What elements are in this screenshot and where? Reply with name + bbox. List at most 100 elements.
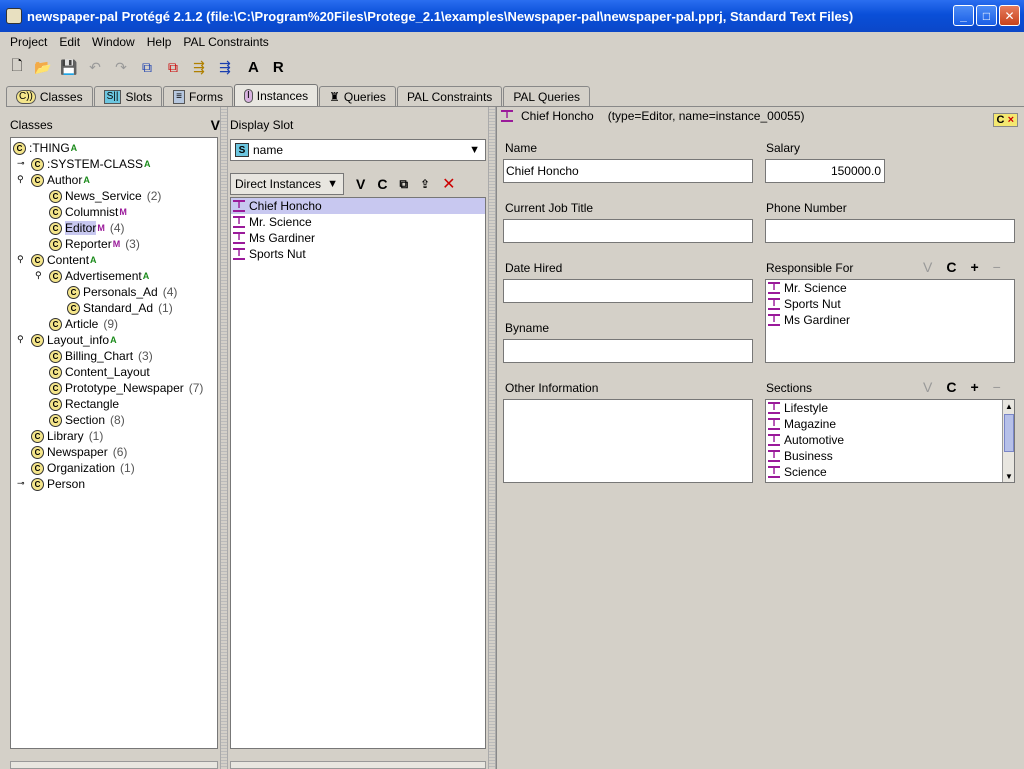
view-class-button[interactable]: V	[211, 117, 220, 133]
maximize-icon[interactable]: □	[976, 5, 997, 26]
byname-field[interactable]	[503, 339, 753, 363]
menu-help[interactable]: Help	[141, 35, 178, 49]
phone-field[interactable]	[765, 219, 1015, 243]
tree-item[interactable]: C Content A	[31, 252, 97, 268]
tree-item[interactable]: C Library (1)	[31, 428, 103, 444]
list-item[interactable]: I Lifestyle	[766, 400, 1014, 416]
save-icon[interactable]: 💾	[60, 58, 78, 76]
collapsed-node-icon[interactable]: ⊸	[17, 158, 25, 169]
tab-pal-queries[interactable]: PAL Queries	[503, 86, 591, 106]
close-icon[interactable]: ✕	[999, 5, 1020, 26]
close-icon[interactable]: ×	[1008, 114, 1014, 126]
view-instance-button[interactable]: V	[356, 176, 365, 192]
class-tree[interactable]: C:THING A C:SYSTEM-CLASS A ⊸ C Author A ⚲ C News_S…	[10, 137, 218, 749]
list-item[interactable]: I Mr. Science	[231, 214, 485, 230]
sort-tree-icon[interactable]: ⇶	[216, 58, 234, 76]
open-folder-icon[interactable]: 📂	[34, 58, 52, 76]
tree-item[interactable]: C Personals_Ad (4)	[67, 284, 177, 300]
view-button[interactable]: V	[923, 379, 932, 395]
add-icon[interactable]: +	[970, 379, 978, 395]
copy-instance-icon[interactable]: ⧉	[399, 177, 408, 192]
tree-item[interactable]: C Layout_info A	[31, 332, 117, 348]
tab-pal-constraints[interactable]: PAL Constraints	[396, 86, 503, 106]
tree-item[interactable]: C Reporter M (3)	[49, 236, 140, 252]
reference-icon[interactable]: ⇪	[420, 177, 430, 191]
add-tree-icon[interactable]: ⇶	[190, 58, 208, 76]
expanded-node-icon[interactable]: ⚲	[17, 174, 24, 185]
tree-item[interactable]: C Person	[31, 476, 85, 492]
list-item[interactable]: I Ms Gardiner	[231, 230, 485, 246]
tab-forms[interactable]: ≡ Forms	[163, 86, 233, 106]
job-title-field[interactable]	[503, 219, 753, 243]
tree-item[interactable]: C Billing_Chart (3)	[49, 348, 153, 364]
delete-instance-icon[interactable]: ✕	[442, 174, 455, 194]
menu-window[interactable]: Window	[86, 35, 141, 49]
view-button[interactable]: V	[923, 259, 932, 275]
instances-list[interactable]: I Chief Honcho I Mr. Science I Ms Gardin…	[230, 197, 486, 749]
tab-slots[interactable]: S|| Slots	[93, 86, 163, 106]
tab-instances[interactable]: I Instances	[233, 84, 319, 106]
tree-item[interactable]: C Content_Layout	[49, 364, 150, 380]
remove-icon[interactable]: −	[993, 259, 1001, 275]
list-item[interactable]: I Automotive	[766, 432, 1014, 448]
splitter-right[interactable]	[488, 107, 496, 769]
collapsed-node-icon[interactable]: ⊸	[17, 478, 25, 489]
new-file-icon[interactable]: 🗋	[8, 57, 26, 76]
list-item[interactable]: I Chief Honcho	[231, 198, 485, 214]
tab-queries[interactable]: ♜ Queries	[319, 86, 396, 106]
tree-item[interactable]: C News_Service (2)	[49, 188, 161, 204]
list-item[interactable]: I Business	[766, 448, 1014, 464]
responsible-list[interactable]: I Mr. Science I Sports Nut I Ms Gardiner	[765, 279, 1015, 363]
list-item[interactable]: I Magazine	[766, 416, 1014, 432]
toolbar-r-button[interactable]: R	[273, 59, 284, 76]
tree-item[interactable]: C Organization (1)	[31, 460, 135, 476]
tree-item[interactable]: C Editor M (4)	[49, 220, 125, 236]
tree-item[interactable]: C Rectangle	[49, 396, 119, 412]
tree-item[interactable]: C Standard_Ad (1)	[67, 300, 173, 316]
list-item[interactable]: I Sports Nut	[766, 296, 1014, 312]
direct-instances-select[interactable]: Direct Instances ▼	[230, 173, 344, 195]
expanded-node-icon[interactable]: ⚲	[17, 254, 24, 265]
create-instance-button[interactable]: C	[377, 176, 387, 192]
expanded-node-icon[interactable]: ⚲	[17, 334, 24, 345]
tree-item[interactable]: C Advertisement A	[49, 268, 149, 284]
display-slot-select[interactable]: S name ▼	[230, 139, 486, 161]
tree-item[interactable]: C Section (8)	[49, 412, 125, 428]
tree-item[interactable]: C:SYSTEM-CLASS A	[31, 156, 151, 172]
redo-icon[interactable]: ↷	[112, 58, 130, 76]
form-close-badge[interactable]: C ×	[992, 113, 1018, 127]
date-hired-field[interactable]	[503, 279, 753, 303]
list-item[interactable]: I Ms Gardiner	[766, 312, 1014, 328]
sections-list[interactable]: I Lifestyle I Magazine I Automotive I Bu…	[765, 399, 1015, 483]
tree-item[interactable]: C Prototype_Newspaper (7)	[49, 380, 203, 396]
minimize-icon[interactable]: _	[953, 5, 974, 26]
list-item[interactable]: I Science	[766, 464, 1014, 480]
add-icon[interactable]: +	[970, 259, 978, 275]
other-info-field[interactable]	[503, 399, 753, 483]
menu-pal-constraints[interactable]: PAL Constraints	[177, 35, 274, 49]
delete-icon[interactable]: ⧉	[164, 58, 182, 76]
scroll-up-icon[interactable]: ▲	[1003, 400, 1014, 412]
menu-project[interactable]: Project	[4, 35, 53, 49]
create-button[interactable]: C	[946, 379, 956, 395]
list-item[interactable]: I Mr. Science	[766, 280, 1014, 296]
undo-icon[interactable]: ↶	[86, 58, 104, 76]
name-field[interactable]: Chief Honcho	[503, 159, 753, 183]
sections-scrollbar[interactable]: ▲ ▼	[1002, 400, 1014, 482]
expanded-node-icon[interactable]: ⚲	[35, 270, 42, 281]
tree-item[interactable]: C Columnist M	[49, 204, 127, 220]
scroll-thumb[interactable]	[1004, 414, 1014, 452]
tree-item[interactable]: C Newspaper (6)	[31, 444, 127, 460]
menu-edit[interactable]: Edit	[53, 35, 86, 49]
splitter-left[interactable]	[220, 107, 228, 769]
copy-icon[interactable]: ⧉	[138, 58, 156, 76]
create-button[interactable]: C	[946, 259, 956, 275]
tree-item[interactable]: C Author A	[31, 172, 90, 188]
tree-item[interactable]: C:THING A	[13, 140, 77, 156]
remove-icon[interactable]: −	[993, 379, 1001, 395]
salary-field[interactable]: 150000.0	[765, 159, 885, 183]
tree-item[interactable]: C Article (9)	[49, 316, 118, 332]
toolbar-a-button[interactable]: A	[248, 59, 259, 76]
list-item[interactable]: I Sports Nut	[231, 246, 485, 262]
tab-classes[interactable]: C)) Classes	[6, 86, 93, 106]
